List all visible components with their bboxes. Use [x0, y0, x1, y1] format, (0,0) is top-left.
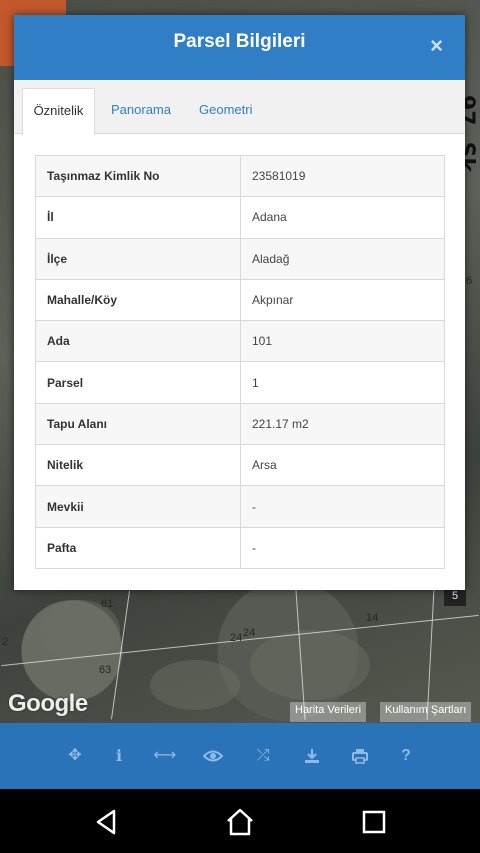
home-icon[interactable] [225, 807, 255, 837]
download-icon-graphic [305, 749, 319, 763]
attribute-key: Nitelik [35, 444, 241, 487]
table-row: Mevkii - [35, 485, 445, 528]
attribute-value: - [240, 485, 445, 528]
back-icon[interactable] [92, 807, 122, 837]
tab-bar: Öznitelik Panorama Geometri [14, 80, 465, 135]
map-marker-badge: 5 [444, 590, 466, 606]
back-icon-graphic [96, 809, 116, 835]
attribute-key: İl [35, 196, 241, 239]
tab-oznitelik[interactable]: Öznitelik [22, 88, 95, 135]
system-nav-bar [0, 789, 480, 853]
attribute-value: Aladağ [240, 237, 445, 280]
parcel-boundary [426, 590, 435, 720]
print-icon[interactable] [347, 743, 373, 769]
parcel-boundary [110, 590, 131, 720]
parcel-number-label: 63 [99, 664, 112, 676]
attribute-value: 101 [240, 320, 445, 363]
table-row: Ada 101 [35, 320, 445, 363]
parcel-info-dialog: Parsel Bilgileri × Öznitelik Panorama Ge… [14, 15, 465, 590]
table-row: İl Adana [35, 196, 445, 239]
parcel-number-label: 61 [101, 598, 114, 610]
attribute-key: İlçe [35, 237, 241, 280]
table-row: Pafta - [35, 526, 445, 569]
attribute-value: Adana [240, 196, 445, 239]
map-data-link[interactable]: Harita Verileri [290, 702, 367, 722]
attribute-value: - [240, 526, 445, 569]
help-icon[interactable]: ? [393, 743, 419, 769]
attribute-key: Taşınmaz Kimlik No [35, 154, 241, 198]
map-texture [250, 630, 370, 700]
terms-link[interactable]: Kullanım Şartları [380, 702, 472, 722]
attribute-value: Akpınar [240, 278, 445, 322]
shuffle-icon[interactable]: ⤮ [250, 743, 276, 769]
tab-panorama[interactable]: Panorama [111, 94, 171, 134]
parcel-number-label: 24 [243, 627, 256, 639]
attribute-value: Arsa [240, 444, 445, 487]
attribute-key: Parsel [35, 361, 241, 404]
eye-icon-graphic [202, 750, 224, 762]
table-row: Mahalle/Köy Akpınar [35, 278, 445, 322]
parcel-number-label: 6 [466, 275, 473, 287]
info-icon[interactable]: i [106, 743, 132, 769]
attribute-value: 23581019 [240, 154, 445, 198]
attribute-value: 1 [240, 361, 445, 404]
map-texture [150, 660, 240, 710]
download-icon[interactable] [299, 743, 325, 769]
parcel-number-label: 14 [366, 612, 379, 624]
tab-geometri[interactable]: Geometri [199, 94, 252, 134]
recents-icon-graphic [362, 810, 386, 834]
attribute-key: Mevkii [35, 485, 241, 528]
table-row: Tapu Alanı 221.17 m2 [35, 402, 445, 446]
table-row: Taşınmaz Kimlik No 23581019 [35, 154, 445, 198]
print-icon-graphic [352, 749, 368, 764]
attribute-key: Ada [35, 320, 241, 363]
recents-icon[interactable] [359, 807, 389, 837]
attribute-key: Tapu Alanı [35, 402, 241, 446]
close-icon[interactable]: × [430, 35, 443, 57]
map-toolbar: ✥ i ⟷ ⤮ ? [0, 723, 480, 789]
table-row: İlçe Aladağ [35, 237, 445, 280]
dialog-title: Parsel Bilgileri [173, 31, 306, 52]
eye-icon[interactable] [200, 743, 226, 769]
attribute-value: 221.17 m2 [240, 402, 445, 446]
dialog-header: Parsel Bilgileri × [14, 15, 465, 80]
measure-icon[interactable]: ⟷ [152, 743, 178, 769]
google-logo: Google [8, 690, 88, 717]
parcel-number-label: 2 [2, 636, 9, 648]
parcel-number-label: 24 [230, 632, 243, 644]
table-row: Nitelik Arsa [35, 444, 445, 487]
attribute-table: Taşınmaz Kimlik No 23581019 İl Adana İlç… [35, 154, 445, 569]
attribute-key: Pafta [35, 526, 241, 569]
table-row: Parsel 1 [35, 361, 445, 404]
home-icon-graphic [227, 808, 253, 836]
locate-icon[interactable]: ✥ [62, 743, 88, 769]
attribute-key: Mahalle/Köy [35, 278, 241, 322]
